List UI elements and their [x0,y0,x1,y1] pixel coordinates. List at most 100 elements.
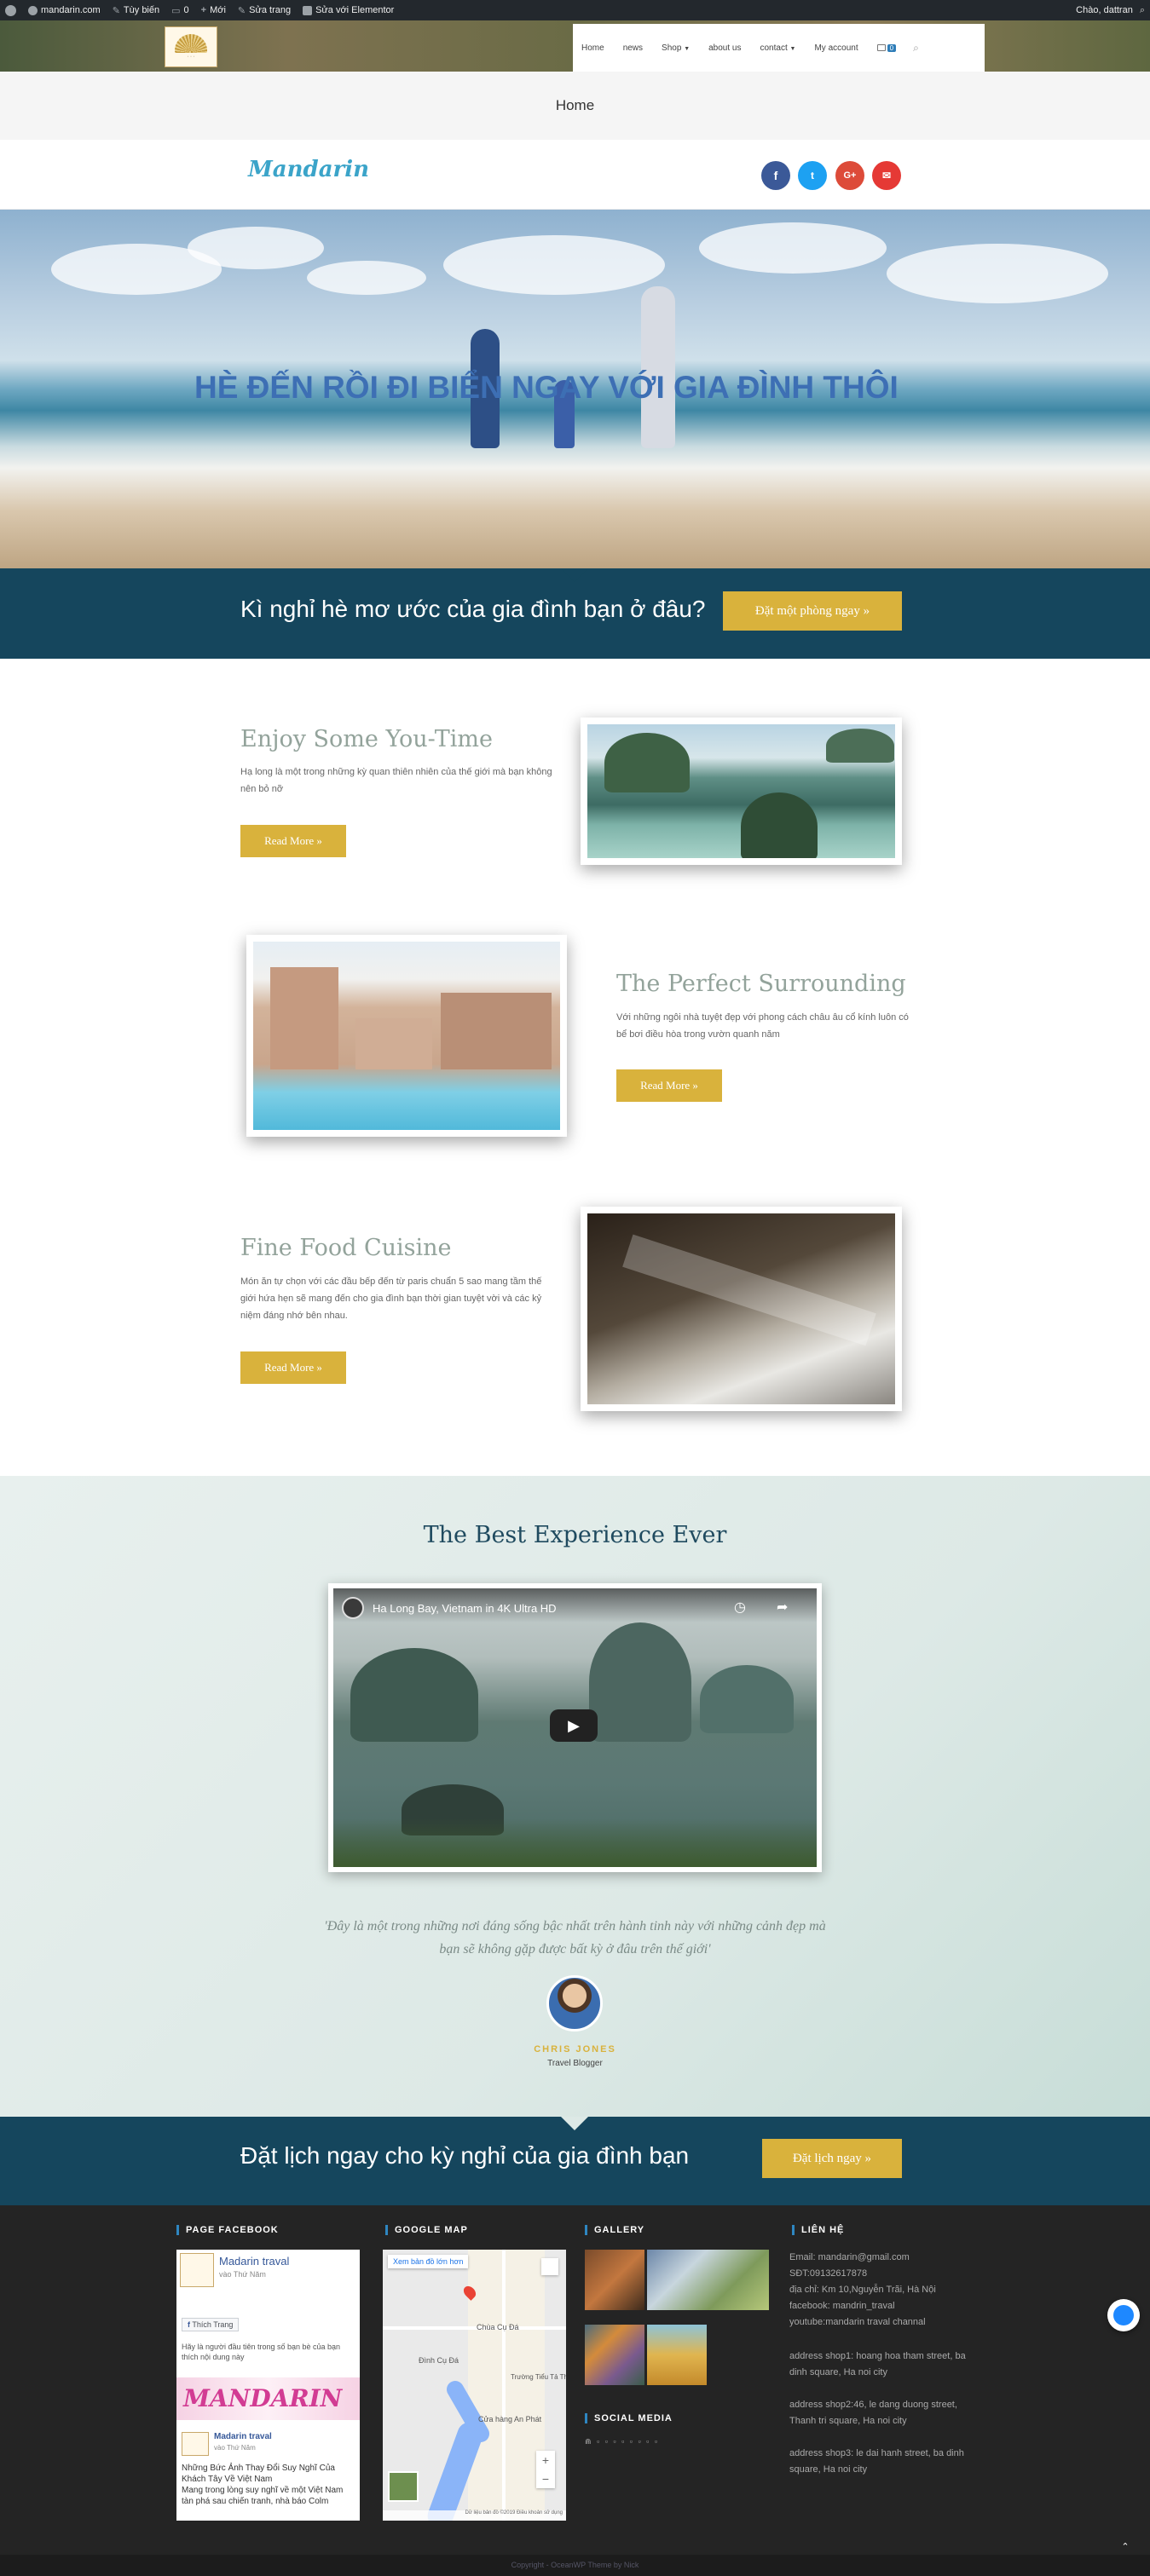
messenger-button[interactable] [1107,2299,1140,2331]
feature3-desc: Món ăn tự chọn với các đầu bếp đến từ pa… [240,1276,542,1321]
map-label: Cửa hàng An Phát [478,2415,542,2423]
admin-greeting[interactable]: Chào, dattran [1076,5,1133,15]
map-larger-link[interactable]: Xem bản đồ lớn hơn [388,2255,469,2268]
video-thumbnail: Ha Long Bay, Vietnam in 4K Ultra HD ◷ ➦ … [333,1588,817,1867]
messenger-icon [1113,2305,1134,2325]
avatar [546,1975,603,2031]
channel-avatar[interactable] [342,1597,364,1619]
nav-about[interactable]: about us [708,43,741,53]
contact-email[interactable]: Email: mandarin@gmail.com [789,2250,973,2266]
copyright: Copyright - OceanWP Theme by Nick [0,2555,1150,2576]
contact-facebook: facebook: mandrin_traval [789,2301,895,2311]
facebook-post-time: vào Thứ Năm [214,2444,256,2452]
site-footer [0,2205,1150,2555]
footer-heading-map: GOOGLE MAP [385,2225,468,2235]
logo-caption: · · · [187,55,195,60]
gallery-image-1[interactable] [585,2250,644,2310]
admin-search-icon[interactable]: ⌕ [1140,5,1145,16]
comment-icon: ▭ [171,5,181,16]
contact-phone: SĐT:09132617878 [789,2268,868,2279]
chevron-down-icon: ▼ [684,45,691,52]
watch-later-icon[interactable]: ◷ [734,1599,746,1616]
testimonial-quote: 'Đây là một trong những nơi đáng sống bậ… [324,1919,826,1956]
play-button[interactable]: ▶ [550,1709,598,1742]
fine-dining-image [581,1207,902,1411]
google-plus-icon[interactable]: G+ [835,161,864,190]
shop-address-3: address shop3: le dai hanh street, ba di… [789,2448,964,2475]
video-title[interactable]: Ha Long Bay, Vietnam in 4K Ultra HD [373,1602,557,1615]
twitter-icon[interactable]: t [798,161,827,190]
testimonial-name: CHRIS JONES [534,2044,616,2054]
gallery-image-2[interactable] [647,2250,769,2310]
elementor-icon [303,5,313,15]
scroll-to-top-icon[interactable]: ⌃ [1117,2541,1134,2553]
footer-heading-social: SOCIAL MEDIA [585,2413,673,2423]
cta1-text: Kì nghỉ hè mơ ước của gia đình bạn ở đâu… [240,596,706,622]
cta1-book-button[interactable]: Đặt một phòng ngay » [723,591,902,631]
hero-person-man [641,286,675,448]
feature2-read-more-button[interactable]: Read More » [616,1069,722,1102]
page-root: { "admin_bar": { "site": "mandarin.com",… [0,0,1150,2576]
video-player[interactable]: Ha Long Bay, Vietnam in 4K Ultra HD ◷ ➦ … [328,1583,822,1872]
feature3-read-more-button[interactable]: Read More » [240,1351,346,1384]
pencil-icon: ✎ [237,5,246,16]
footer-heading-facebook: PAGE FACEBOOK [176,2225,279,2235]
contact-youtube: youtube:mandarin traval channal [789,2317,926,2327]
nav-contact[interactable]: contact ▼ [760,43,796,53]
cart-button[interactable]: 0 [876,43,897,52]
facebook-like-button[interactable]: f Thích Trang [182,2318,240,2331]
map-satellite-toggle[interactable] [388,2471,419,2502]
share-icon[interactable]: ➦ [777,1599,788,1616]
chevron-down-icon: ▼ [789,45,796,52]
fan-logo-icon [175,34,207,53]
footer-heading-contact: LIÊN HỆ [792,2225,844,2235]
facebook-page-widget[interactable]: Madarin traval vào Thứ Năm f Thích Trang… [176,2250,360,2521]
cta2-book-button[interactable]: Đặt lịch ngay » [762,2139,902,2178]
hero-headline: HÈ ĐẾN RỒI ĐI BIỂN NGAY VỚI GIA ĐÌNH THÔ… [194,370,899,405]
nav-home[interactable]: Home [581,43,604,53]
cta2-text: Đặt lịch ngay cho kỳ nghỉ của gia đình b… [240,2142,690,2169]
admin-elementor-link[interactable]: Sửa với Elementor [303,5,394,15]
map-fullscreen-icon[interactable] [541,2258,558,2275]
plus-icon: + [200,5,207,15]
brand-bar [0,140,1150,210]
admin-new-link[interactable]: + Mới [201,5,226,15]
nav-news[interactable]: news [623,43,643,53]
feature3-title: Fine Food Cuisine [240,1235,452,1261]
map-label: Trường Tiểu Tả Thanh O... [511,2373,566,2381]
brand-logo-text[interactable]: Mandarin [248,157,369,182]
facebook-post-avatar [182,2432,209,2456]
footer-heading-gallery: GALLERY [585,2225,644,2235]
feature1-read-more-button[interactable]: Read More » [240,825,346,857]
facebook-cover-banner: MANDARIN [176,2377,360,2420]
contact-list: Email: mandarin@gmail.com SĐT:0913261787… [789,2250,973,2331]
testimonial-role: Travel Blogger [547,2059,603,2068]
social-icons-row[interactable]: ⋒ ▫ ▫ ▫ ▫ ▫ ▫ ▫ ▫ [585,2437,659,2446]
feature1-title: Enjoy Some You-Time [240,726,493,752]
nav-my-account[interactable]: My account [814,43,858,53]
feature1-desc: Hạ long là một trong những kỳ quan thiên… [240,767,552,794]
page-title: Home [0,72,1150,140]
google-map-widget[interactable]: Xem bản đồ lớn hơn Chùa Cụ Đá Đình Cụ Đá… [383,2250,566,2521]
nav-shop[interactable]: Shop ▼ [662,43,690,53]
facebook-post-author[interactable]: Madarin traval [214,2432,272,2441]
email-icon[interactable]: ✉ [872,161,901,190]
search-icon[interactable]: ⌕ [913,42,919,55]
wordpress-logo-icon[interactable] [5,4,16,16]
admin-site-link[interactable]: mandarin.com [28,5,101,15]
admin-edit-page-link[interactable]: ✎ Sửa trang [238,5,291,16]
brush-icon: ✎ [112,5,120,16]
map-zoom-controls[interactable]: + − [536,2451,555,2488]
map-attribution: Dữ liệu bản đồ ©2019 Điều khoản sử dụng [383,2510,566,2521]
facebook-like-note: Hãy là người đầu tiên trong số bạn bè củ… [182,2343,341,2361]
admin-comments-link[interactable]: ▭ 0 [171,5,189,16]
map-label: Chùa Cụ Đá [477,2323,519,2331]
facebook-page-name[interactable]: Madarin traval [219,2255,289,2268]
gallery-image-3[interactable] [585,2325,644,2385]
admin-customize-link[interactable]: ✎ Tùy biến [113,5,159,16]
facebook-icon[interactable]: f [761,161,790,190]
halong-bay-image [581,717,902,865]
feature2-title: The Perfect Surrounding [616,971,906,997]
gallery-image-4[interactable] [647,2325,707,2385]
site-logo[interactable]: · · · [165,26,217,67]
